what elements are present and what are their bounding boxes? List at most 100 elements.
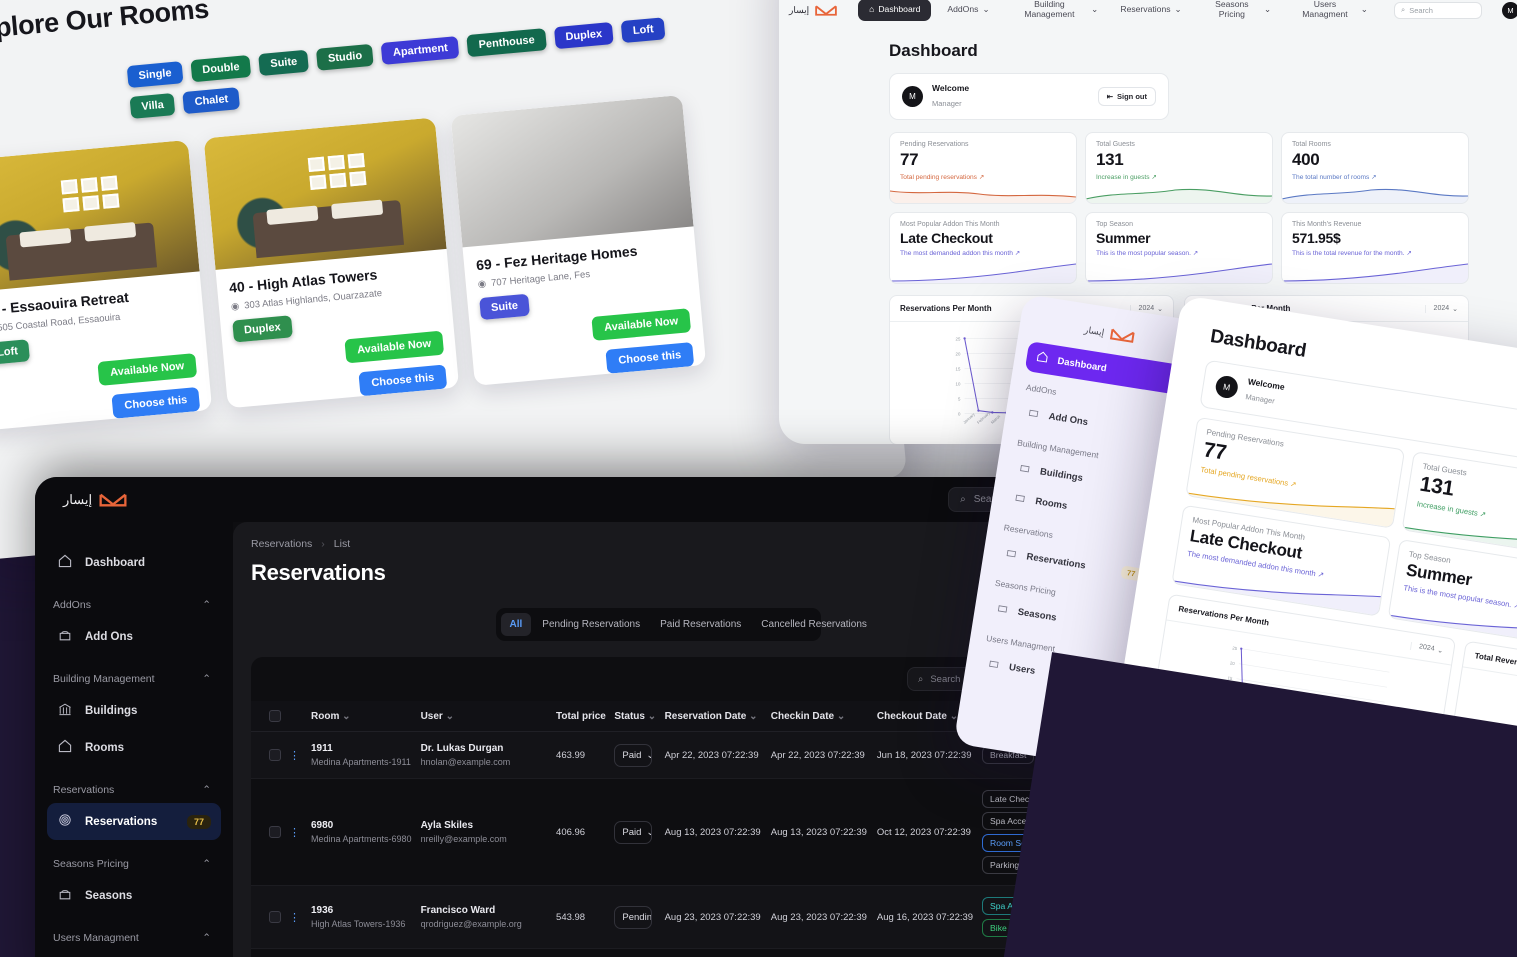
- room-type-chip[interactable]: Duplex: [553, 21, 615, 50]
- column-header-status[interactable]: Status ⌄: [610, 701, 661, 732]
- nav-item-users-managment[interactable]: Users Managment ⌄: [1287, 0, 1374, 24]
- chevron-up-icon[interactable]: ⌃: [202, 932, 211, 944]
- light-dashboard-nav[interactable]: ⌂ Dashboard AddOns ⌄ Building Management ⌄ Res…: [858, 0, 1374, 24]
- choose-room-button[interactable]: Choose this: [605, 342, 695, 374]
- sidebar-group-header[interactable]: Users Managment ⌃: [47, 932, 221, 944]
- sidebar-group-header[interactable]: Building Management ⌃: [47, 673, 221, 685]
- choose-room-button[interactable]: Choose this: [358, 364, 448, 397]
- avatar[interactable]: M: [1502, 1, 1517, 19]
- row-menu-cell[interactable]: ⋮: [285, 948, 307, 957]
- room-type-chip[interactable]: Villa: [129, 92, 176, 119]
- stat-value: 400: [1292, 150, 1320, 169]
- cell-status[interactable]: Pending⌄: [610, 948, 661, 957]
- row-checkbox[interactable]: [269, 749, 281, 761]
- room-type-chip[interactable]: Single: [126, 61, 184, 89]
- row-menu-cell[interactable]: ⋮: [285, 885, 307, 949]
- breadcrumb-item[interactable]: List: [334, 538, 350, 550]
- sidebar-item-users[interactable]: Users131: [47, 951, 221, 957]
- room-type-chip[interactable]: Studio: [316, 43, 375, 71]
- more-options-icon[interactable]: ⋮: [289, 912, 301, 924]
- sidebar-item-reservations[interactable]: Reservations 77: [47, 803, 221, 840]
- column-header-total-price[interactable]: Total price: [552, 701, 611, 732]
- room-type-chip[interactable]: Apartment: [381, 35, 460, 65]
- svg-text:January: January: [962, 412, 976, 425]
- sidebar-group-header[interactable]: Reservations ⌃: [47, 784, 221, 796]
- sidebar-item-buildings[interactable]: Buildings: [47, 692, 221, 729]
- select-all-checkbox[interactable]: [269, 710, 281, 722]
- search-input[interactable]: ⌕ Search: [1394, 1, 1482, 19]
- status-select[interactable]: Paid⌄: [614, 743, 653, 767]
- breadcrumb-item[interactable]: Reservations: [251, 538, 312, 550]
- row-checkbox-cell[interactable]: [251, 948, 285, 957]
- table-row[interactable]: ⋮ 1911 Medina Apartments-1911 Dr. Lukas Dur…: [251, 731, 1065, 779]
- table-row[interactable]: ⋮ 1936 High Atlas Towers-1936 Francisco War…: [251, 885, 1065, 949]
- room-type-chip[interactable]: Suite: [258, 49, 310, 77]
- sidebar-item-seasons[interactable]: Seasons: [47, 877, 221, 914]
- tab-cancelled-reservations[interactable]: Cancelled Reservations: [752, 613, 876, 636]
- sidebar-item-rooms[interactable]: Rooms: [47, 729, 221, 766]
- tab-pending-reservations[interactable]: Pending Reservations: [533, 613, 649, 636]
- row-checkbox-cell[interactable]: [251, 885, 285, 949]
- sparkline: [890, 263, 1076, 283]
- select-all-checkbox-cell[interactable]: [251, 701, 285, 732]
- chevron-up-icon[interactable]: ⌃: [202, 673, 211, 685]
- row-menu-cell[interactable]: ⋮: [285, 731, 307, 779]
- filter-tabs[interactable]: All Pending Reservations Paid Reservations…: [495, 608, 867, 641]
- chevron-up-icon[interactable]: ⌃: [202, 858, 211, 870]
- nav-item-seasons-pricing[interactable]: Seasons Pricing ⌄: [1198, 0, 1277, 24]
- row-checkbox[interactable]: [269, 911, 281, 923]
- room-type-chip[interactable]: Loft: [0, 339, 30, 365]
- sign-out-button[interactable]: ⇤ Sign out: [1097, 87, 1156, 106]
- more-options-icon[interactable]: ⋮: [289, 750, 301, 762]
- tab-all[interactable]: All: [500, 613, 532, 636]
- table-row[interactable]: ⋮1196Rif Residences-1196Evalyn Kohlerken…: [251, 948, 1065, 957]
- cell-status[interactable]: Paid⌄: [610, 731, 661, 779]
- cell-status[interactable]: Pending⌄: [610, 885, 661, 949]
- svg-text:February: February: [976, 410, 991, 424]
- room-type-chip[interactable]: Suite: [479, 293, 530, 321]
- room-type-chip[interactable]: Loft: [621, 17, 666, 44]
- chevron-up-icon[interactable]: ⌃: [202, 784, 211, 796]
- choose-room-button[interactable]: Choose this: [111, 386, 201, 419]
- room-card[interactable]: 22 - Essaouira Retreat◉505 Coastal Road,…: [0, 139, 213, 431]
- room-id: 1936: [311, 905, 334, 916]
- sidebar-item-dashboard[interactable]: Dashboard: [47, 544, 221, 581]
- room-type-chip[interactable]: Penthouse: [466, 28, 547, 58]
- column-header-room[interactable]: Room ⌄: [307, 701, 417, 732]
- search-icon: ⌕: [960, 494, 966, 505]
- chevron-up-icon[interactable]: ⌃: [202, 599, 211, 611]
- column-header-user[interactable]: User ⌄: [416, 701, 553, 732]
- row-checkbox[interactable]: [269, 826, 281, 838]
- sidebar-group: Building Management ⌃ Buildings Rooms: [47, 673, 221, 766]
- room-type-chip[interactable]: Duplex: [232, 315, 293, 343]
- status-select[interactable]: Paid⌄: [614, 820, 653, 844]
- sidebar-group-header[interactable]: Seasons Pricing ⌃: [47, 858, 221, 870]
- svg-text:15: 15: [956, 367, 961, 372]
- year-selector[interactable]: 2024 ⌄: [1424, 304, 1458, 313]
- row-checkbox-cell[interactable]: [251, 731, 285, 779]
- sidebar[interactable]: Dashboard AddOns ⌃ Add Ons Building Managem…: [35, 522, 233, 957]
- year-selector[interactable]: 2024 ⌄: [1409, 641, 1444, 655]
- nav-item-addons[interactable]: AddOns ⌄: [941, 1, 995, 19]
- cell-room: 1911 Medina Apartments-1911: [307, 731, 417, 779]
- sidebar-item-add-ons[interactable]: Add Ons: [47, 618, 221, 655]
- room-type-chip[interactable]: Double: [190, 54, 252, 83]
- row-checkbox-cell[interactable]: [251, 778, 285, 886]
- cell-status[interactable]: Paid⌄: [610, 778, 661, 886]
- status-select[interactable]: Pending⌄: [614, 905, 653, 929]
- nav-item-dashboard[interactable]: ⌂ Dashboard: [858, 0, 932, 21]
- table-row[interactable]: ⋮ 6980 Medina Apartments-6980 Ayla Skiles nr…: [251, 778, 1065, 886]
- breadcrumb[interactable]: Reservations › List: [251, 538, 1065, 550]
- avatar: M: [902, 86, 923, 107]
- tab-paid-reservations[interactable]: Paid Reservations: [651, 613, 750, 636]
- row-menu-cell[interactable]: ⋮: [285, 778, 307, 886]
- room-card[interactable]: 40 - High Atlas Towers ◉ 303 Atlas Highlan…: [203, 117, 460, 409]
- stat-label: Top Season: [1096, 221, 1133, 228]
- column-header-checkin-date[interactable]: Checkin Date ⌄: [766, 701, 873, 732]
- column-header-reservation-date[interactable]: Reservation Date ⌄: [660, 701, 767, 732]
- more-options-icon[interactable]: ⋮: [289, 827, 301, 839]
- sidebar-group-header[interactable]: AddOns ⌃: [47, 599, 221, 611]
- nav-item-reservations[interactable]: Reservations ⌄: [1114, 1, 1187, 19]
- nav-item-building-management[interactable]: Building Management ⌄: [1006, 0, 1105, 24]
- room-card[interactable]: 69 - Fez Heritage Homes ◉ 707 Heritage Lan…: [450, 94, 707, 386]
